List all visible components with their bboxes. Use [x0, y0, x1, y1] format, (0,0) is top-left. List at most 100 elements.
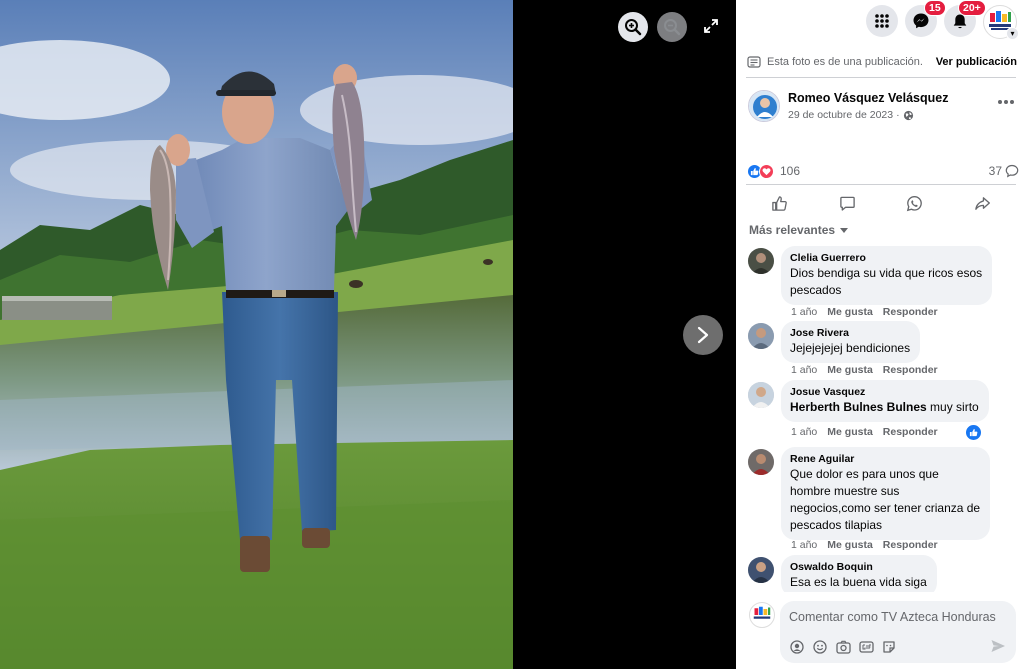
- tv-azteca-logo-small: [753, 606, 771, 619]
- gif-icon: [858, 641, 874, 653]
- sticker-icon: [883, 641, 895, 653]
- comment-text-after-mention: muy sirto: [926, 400, 979, 414]
- whatsapp-share-button[interactable]: [890, 190, 940, 216]
- send-icon: [991, 640, 1005, 652]
- gif-button[interactable]: [858, 639, 874, 655]
- comment-text-line: Dios bendiga su vida que ricos esos: [790, 266, 983, 280]
- post-photo[interactable]: [0, 0, 513, 669]
- photo-source-notice: Esta foto es de una publicación. Ver pub…: [747, 50, 1017, 74]
- zoom-in-icon: [625, 19, 642, 36]
- comment-like-link[interactable]: Me gusta: [827, 364, 873, 376]
- grid-menu-icon: [875, 14, 889, 28]
- avatar-sticker-button[interactable]: [789, 639, 805, 655]
- comment-time[interactable]: 1 año: [791, 539, 817, 551]
- comment-text-line: hombre muestre sus: [790, 484, 900, 498]
- commenter-avatar[interactable]: [748, 323, 774, 349]
- comment-input-box: [780, 601, 1016, 663]
- author-avatar[interactable]: [748, 90, 780, 122]
- comment-text-line: Jejejejejej bendiciones: [790, 341, 911, 355]
- comment-bubble: Oswaldo Boquin Esa es la buena vida siga: [781, 555, 937, 592]
- post-date-text: 29 de octubre de 2023: [788, 109, 894, 121]
- messenger-button[interactable]: 15: [905, 0, 946, 37]
- notifications-button[interactable]: 20+: [944, 0, 986, 37]
- zoom-in-button[interactable]: [618, 12, 648, 42]
- comment-count[interactable]: 37: [989, 164, 1019, 178]
- comment-icon: [839, 196, 855, 211]
- comment-like-link[interactable]: Me gusta: [827, 539, 873, 551]
- photo-viewer: [0, 0, 736, 669]
- comment-button[interactable]: [822, 190, 872, 216]
- like-button[interactable]: [755, 190, 805, 216]
- comment-reply-link[interactable]: Responder: [883, 539, 938, 551]
- fullscreen-button[interactable]: [697, 12, 725, 40]
- comment-time[interactable]: 1 año: [791, 306, 817, 318]
- view-post-link[interactable]: Ver publicación: [936, 56, 1017, 68]
- comment-bubble: Rene Aguilar Que dolor es para unos que …: [781, 447, 991, 540]
- more-horizontal-icon: [998, 100, 1014, 104]
- commenter-avatar[interactable]: [748, 449, 774, 475]
- zoom-out-button[interactable]: [657, 12, 687, 42]
- comment-text-line: Esa es la buena vida siga: [790, 575, 927, 589]
- post-date-separator: ·: [896, 109, 900, 121]
- composer-avatar[interactable]: [749, 602, 775, 628]
- commenter-name[interactable]: Clelia Guerrero: [790, 252, 982, 264]
- comment-input[interactable]: [789, 610, 1009, 624]
- like-icon: [772, 195, 788, 211]
- menu-button[interactable]: [866, 5, 898, 37]
- comment-like-link[interactable]: Me gusta: [827, 306, 873, 318]
- commenter-name[interactable]: Rene Aguilar: [790, 453, 980, 465]
- camera-icon: [835, 640, 851, 654]
- comment-reply-link[interactable]: Responder: [883, 426, 938, 438]
- globe-icon: [903, 110, 913, 120]
- share-icon: [974, 196, 990, 210]
- commenter-avatar[interactable]: [748, 382, 774, 408]
- comment-meta: 1 año Me gusta Responder: [791, 306, 948, 318]
- comment-sort-label: Más relevantes: [749, 223, 836, 237]
- commenter-name[interactable]: Jose Rivera: [790, 327, 910, 339]
- send-comment-button[interactable]: [990, 638, 1008, 656]
- commenter-name[interactable]: Oswaldo Boquin: [790, 561, 927, 573]
- post-doc-icon: [747, 56, 761, 68]
- comment-bubble: Josue Vasquez Herberth Bulnes Bulnes muy…: [781, 380, 989, 422]
- commenter-avatar[interactable]: [748, 557, 774, 583]
- commenter-name[interactable]: Josue Vasquez: [790, 386, 979, 398]
- photo-button[interactable]: [835, 639, 851, 655]
- love-reaction-icon[interactable]: [759, 163, 774, 179]
- comment-bubble-icon: [1005, 164, 1019, 178]
- comment-count-text: 37: [988, 164, 1002, 178]
- comment-mention[interactable]: Herberth Bulnes Bulnes: [790, 400, 927, 414]
- fullscreen-icon: [704, 19, 718, 33]
- messenger-badge: 15: [924, 0, 946, 16]
- post-timestamp[interactable]: 29 de octubre de 2023 ·: [788, 109, 914, 121]
- caret-down-icon: [840, 227, 849, 233]
- sticker-button[interactable]: [881, 639, 897, 655]
- post-options-button[interactable]: [994, 95, 1018, 115]
- comment-text-line: Herberth Bulnes Bulnes muy sirto: [790, 399, 979, 415]
- zoom-out-icon: [664, 19, 681, 36]
- post-header: Romeo Vásquez Velásquez 29 de octubre de…: [748, 89, 1018, 129]
- emoji-icon: [813, 640, 827, 654]
- comment-time[interactable]: 1 año: [791, 364, 817, 376]
- account-profile-button[interactable]: ▾: [983, 5, 1019, 40]
- post-author-name[interactable]: Romeo Vásquez Velásquez: [788, 91, 948, 105]
- next-photo-button[interactable]: [683, 315, 723, 355]
- reaction-count[interactable]: 106: [780, 164, 800, 178]
- comment-bubble: Clelia Guerrero Dios bendiga su vida que…: [781, 246, 993, 305]
- comment-time[interactable]: 1 año: [791, 426, 817, 438]
- comment-sort-dropdown[interactable]: Más relevantes: [749, 223, 849, 237]
- comment-composer: [736, 594, 1024, 669]
- share-button[interactable]: [957, 190, 1007, 216]
- comment-reply-link[interactable]: Responder: [883, 306, 938, 318]
- commenter-avatar[interactable]: [748, 248, 774, 274]
- comment-reply-link[interactable]: Responder: [883, 364, 938, 376]
- divider: [746, 184, 1016, 185]
- comments-list: Clelia Guerrero Dios bendiga su vida que…: [736, 244, 1024, 592]
- emoji-button[interactable]: [812, 639, 828, 655]
- avatar-sticker-icon: [790, 640, 804, 654]
- comment-like-reaction-icon[interactable]: [966, 425, 981, 440]
- comment-bubble: Jose Rivera Jejejejejej bendiciones: [781, 321, 921, 363]
- comment-like-link[interactable]: Me gusta: [827, 426, 873, 438]
- whatsapp-icon: [907, 195, 923, 211]
- photo-image: [0, 0, 513, 669]
- author-avatar-image: [749, 91, 779, 121]
